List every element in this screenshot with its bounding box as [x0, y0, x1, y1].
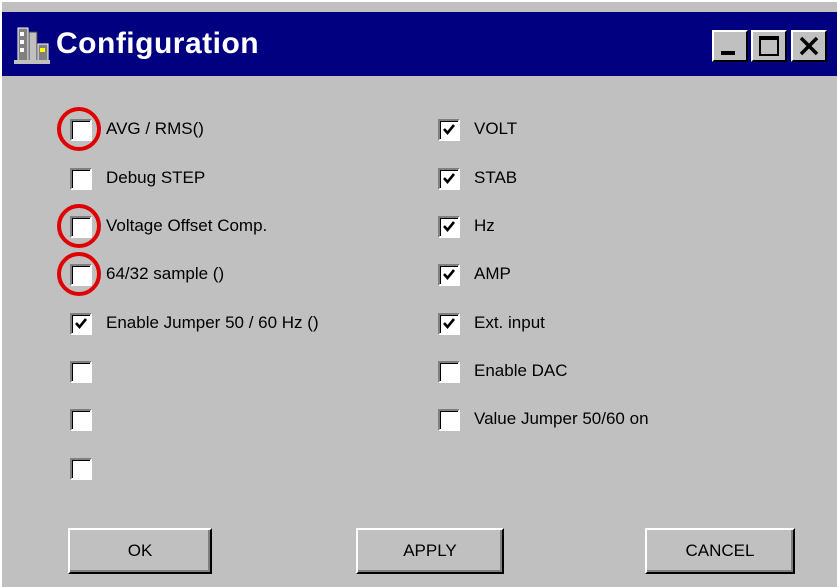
checkbox[interactable]: [70, 409, 92, 431]
app-icon[interactable]: [12, 24, 52, 66]
ok-button[interactable]: OK: [68, 528, 212, 574]
checkbox[interactable]: [70, 361, 92, 383]
option-label: AMP: [474, 264, 511, 283]
checkbox[interactable]: [438, 119, 460, 141]
checkmark-icon: [443, 318, 456, 330]
checkbox[interactable]: [438, 313, 460, 335]
checkbox[interactable]: [438, 409, 460, 431]
option-label: 64/32 sample (): [106, 264, 225, 283]
maximize-button[interactable]: [751, 30, 787, 62]
checkmark-icon: [443, 221, 456, 233]
checkbox[interactable]: [70, 119, 92, 141]
option-label: AVG / RMS(): [106, 119, 204, 138]
checkbox[interactable]: [70, 313, 92, 335]
checkbox[interactable]: [438, 216, 460, 238]
option-label: Enable DAC: [474, 361, 568, 380]
checkbox[interactable]: [438, 168, 460, 190]
option-label: Debug STEP: [106, 168, 206, 187]
window-title: Configuration: [56, 27, 260, 60]
option-label: Enable Jumper 50 / 60 Hz (): [106, 313, 319, 332]
close-button[interactable]: [791, 30, 827, 62]
minimize-button[interactable]: [712, 30, 748, 62]
checkbox[interactable]: [70, 458, 92, 480]
title-bar[interactable]: Configuration: [2, 12, 837, 76]
apply-button[interactable]: APPLY: [356, 528, 504, 574]
option-label: Value Jumper 50/60 on: [474, 409, 649, 428]
checkmark-icon: [443, 269, 456, 281]
checkmark-icon: [75, 318, 88, 330]
checkmark-icon: [443, 173, 456, 185]
checkbox[interactable]: [438, 264, 460, 286]
cancel-button[interactable]: CANCEL: [645, 528, 795, 574]
configuration-window: Configuration AVG / RMS() Debug STEP Vol…: [0, 0, 837, 587]
option-label: Voltage Offset Comp.: [106, 216, 268, 235]
checkbox[interactable]: [70, 168, 92, 190]
option-label: STAB: [474, 168, 518, 187]
option-label: VOLT: [474, 119, 518, 138]
option-label: Hz: [474, 216, 495, 235]
option-label: Ext. input: [474, 313, 545, 332]
checkmark-icon: [443, 124, 456, 136]
checkbox[interactable]: [70, 264, 92, 286]
checkbox[interactable]: [70, 216, 92, 238]
checkbox[interactable]: [438, 361, 460, 383]
